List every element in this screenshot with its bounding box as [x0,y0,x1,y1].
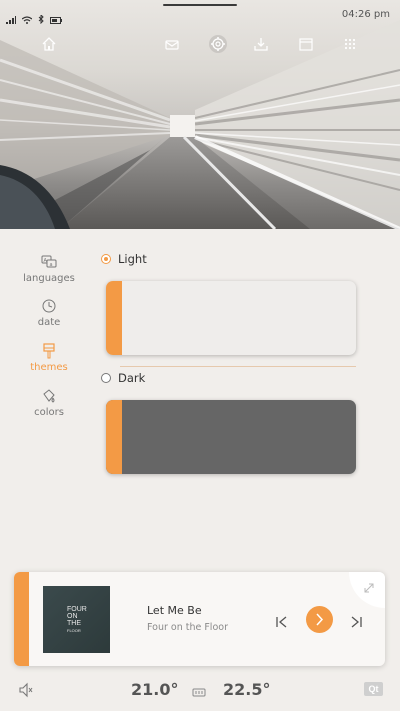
bluetooth-icon [38,9,44,28]
dark-label: Dark [118,371,146,385]
album-art-line: THE [67,620,81,627]
song-title: Let Me Be [147,604,202,617]
previous-track-button[interactable] [276,613,288,632]
artist-name: Four on the Floor [147,622,228,633]
status-time: 04:26 pm [341,9,390,20]
album-art-line: FOUR [67,606,87,613]
top-navigation [0,32,400,58]
download-icon[interactable] [253,36,269,52]
status-bar: 04:26 pm [0,0,400,30]
right-temperature[interactable]: 22.5° [223,680,270,699]
theme-divider [120,366,356,367]
bottom-bar: 21.0° 22.5° Qt [0,672,400,711]
menu-label-languages: languages [23,273,75,284]
seat-heater-icon[interactable] [192,683,206,702]
signal-icon [6,9,16,28]
menu-item-date[interactable]: date [14,298,84,328]
expand-icon [364,578,374,597]
svg-text:a: a [50,262,53,268]
left-temperature[interactable]: 21.0° [131,680,178,699]
apps-icon[interactable] [342,36,358,52]
calendar-icon[interactable] [298,36,314,52]
wifi-icon [21,9,33,28]
status-notch [163,4,237,6]
media-player: FOUR ON THE FLOOR Let Me Be Four on the … [14,572,385,666]
dark-theme-preview[interactable] [106,400,356,474]
qt-logo: Qt [364,682,383,696]
gear-icon[interactable] [208,34,228,54]
album-art-line: FLOOR [67,628,81,633]
battery-icon [50,9,62,28]
album-art-line: ON [67,613,78,620]
light-radio[interactable] [101,254,111,264]
mail-icon[interactable] [164,36,180,52]
volume-icon[interactable] [18,682,34,702]
menu-item-colors[interactable]: colors [14,388,84,418]
languages-icon: Aa [41,254,57,270]
menu-item-languages[interactable]: Aa languages [14,254,84,284]
light-theme-option[interactable]: Light [101,252,147,266]
light-theme-preview[interactable] [106,281,356,355]
light-preview-accent [106,281,122,355]
palette-icon [41,388,57,404]
brush-icon [41,343,57,359]
dark-radio[interactable] [101,373,111,383]
clock-icon [41,298,57,314]
svg-text:A: A [44,258,48,264]
menu-label-themes: themes [30,362,68,373]
album-art: FOUR ON THE FLOOR [43,586,110,653]
next-track-button[interactable] [350,613,362,632]
home-icon[interactable] [41,36,57,52]
dark-preview-accent [106,400,122,474]
light-label: Light [118,252,147,266]
expand-player-button[interactable] [349,572,385,608]
play-button[interactable] [306,606,333,637]
player-accent [14,572,29,666]
menu-item-themes[interactable]: themes [14,343,84,373]
menu-label-colors: colors [34,407,64,418]
dark-theme-option[interactable]: Dark [101,371,145,385]
menu-label-date: date [37,317,61,328]
